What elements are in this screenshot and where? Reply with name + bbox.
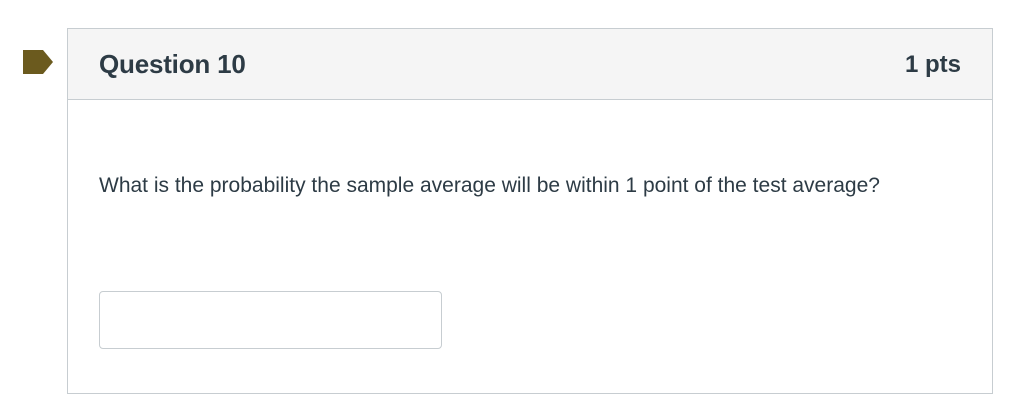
question-points: 1 pts	[904, 51, 961, 78]
question-header: Question 10 1 pts	[68, 29, 992, 100]
flag-question-icon[interactable]	[23, 50, 53, 74]
question-card: Question 10 1 pts What is the probabilit…	[67, 28, 993, 394]
question-title: Question 10	[99, 49, 246, 79]
question-text: What is the probability the sample avera…	[99, 174, 880, 197]
answer-input[interactable]	[99, 291, 442, 349]
